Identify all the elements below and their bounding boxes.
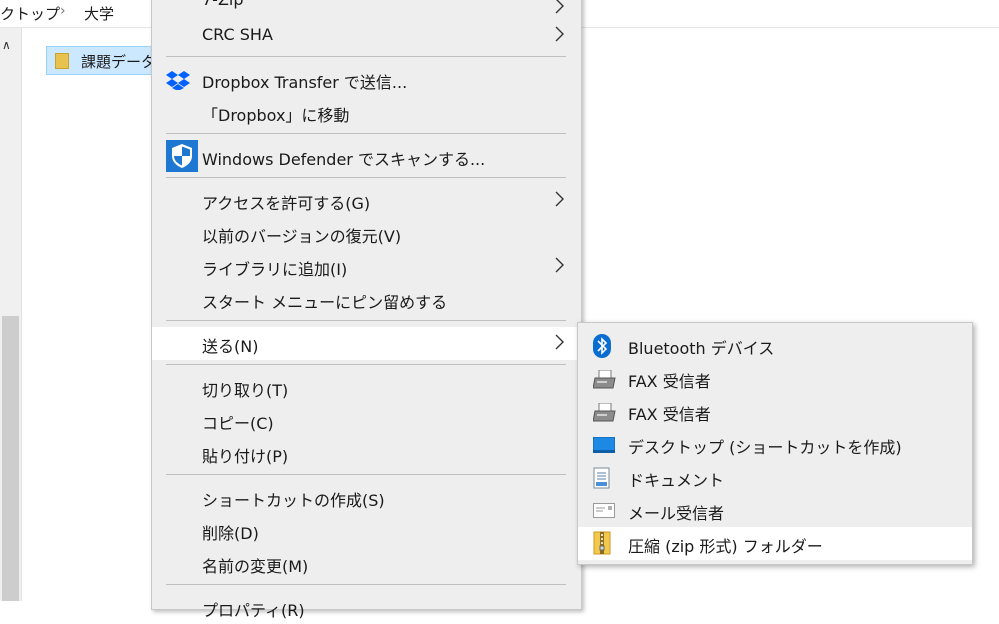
menu-divider bbox=[166, 474, 566, 475]
menu-item-label: コピー(C) bbox=[202, 414, 274, 433]
navigation-pane: ∧ bbox=[0, 28, 22, 601]
menu-item-give-access[interactable]: アクセスを許可する(G) bbox=[152, 184, 581, 217]
chevron-right-icon bbox=[555, 191, 564, 207]
menu-item-create-shortcut[interactable]: ショートカットの作成(S) bbox=[152, 481, 581, 514]
chevron-right-icon bbox=[555, 26, 564, 42]
menu-item-label: CRC SHA bbox=[202, 25, 273, 44]
chevron-right-icon: › bbox=[60, 3, 66, 19]
submenu-item-label: 圧縮 (zip 形式) フォルダー bbox=[628, 537, 823, 556]
zip-folder-icon bbox=[593, 531, 611, 555]
send-to-bluetooth[interactable]: Bluetooth デバイス bbox=[578, 329, 972, 362]
send-to-mail-recipient[interactable]: メール受信者 bbox=[578, 494, 972, 527]
menu-divider bbox=[166, 56, 566, 57]
menu-divider bbox=[166, 177, 566, 178]
submenu-item-label: FAX 受信者 bbox=[628, 372, 711, 391]
menu-item-label: 「Dropbox」に移動 bbox=[202, 106, 350, 125]
menu-item-move-to-dropbox[interactable]: 「Dropbox」に移動 bbox=[152, 96, 581, 129]
menu-item-pin-to-start[interactable]: スタート メニューにピン留めする bbox=[152, 283, 581, 316]
selected-folder[interactable]: 課題データ bbox=[46, 46, 158, 75]
submenu-item-label: メール受信者 bbox=[628, 504, 725, 523]
menu-divider bbox=[166, 133, 566, 134]
mail-icon bbox=[593, 503, 615, 518]
menu-item-defender-scan[interactable]: Windows Defender でスキャンする... bbox=[152, 140, 581, 173]
menu-item-delete[interactable]: 削除(D) bbox=[152, 514, 581, 547]
chevron-right-icon bbox=[555, 334, 564, 350]
menu-item-label: 送る(N) bbox=[202, 337, 259, 356]
menu-item-label: Windows Defender でスキャンする... bbox=[202, 150, 486, 169]
send-to-fax-1[interactable]: FAX 受信者 bbox=[578, 362, 972, 395]
menu-item-label: 以前のバージョンの復元(V) bbox=[202, 227, 402, 246]
scroll-up-icon[interactable]: ∧ bbox=[2, 38, 11, 52]
fax-icon bbox=[593, 370, 616, 389]
menu-item-label: スタート メニューにピン留めする bbox=[202, 293, 448, 312]
menu-item-label: 切り取り(T) bbox=[202, 381, 289, 400]
breadcrumb-parent[interactable]: クトップ bbox=[0, 3, 60, 24]
menu-item-include-in-library[interactable]: ライブラリに追加(I) bbox=[152, 250, 581, 283]
menu-item-label: ライブラリに追加(I) bbox=[202, 260, 348, 279]
menu-item-cut[interactable]: 切り取り(T) bbox=[152, 371, 581, 404]
context-menu: 7-Zip CRC SHA Dropbox Transfer で送信... 「D… bbox=[151, 0, 582, 620]
send-to-desktop[interactable]: デスクトップ (ショートカットを作成) bbox=[578, 428, 972, 461]
menu-item-copy[interactable]: コピー(C) bbox=[152, 404, 581, 437]
folder-icon bbox=[55, 53, 69, 69]
dropbox-icon bbox=[166, 71, 190, 90]
menu-item-label: アクセスを許可する(G) bbox=[202, 194, 371, 213]
send-to-submenu: Bluetooth デバイス FAX 受信者 FAX 受信者 デスクトップ (シ… bbox=[577, 322, 973, 565]
menu-item-send-to[interactable]: 送る(N) bbox=[152, 327, 581, 360]
breadcrumb-current[interactable]: 大学 bbox=[84, 3, 114, 24]
folder-name: 課題データ bbox=[81, 53, 157, 71]
menu-divider bbox=[166, 320, 566, 321]
menu-item-label: 7-Zip bbox=[202, 0, 244, 9]
scrollbar-thumb[interactable] bbox=[2, 316, 19, 601]
submenu-item-label: Bluetooth デバイス bbox=[628, 339, 775, 358]
menu-item-label: 名前の変更(M) bbox=[202, 557, 309, 576]
menu-item-properties[interactable]: プロパティ(R) bbox=[152, 591, 581, 624]
send-to-zip-folder[interactable]: 圧縮 (zip 形式) フォルダー bbox=[578, 527, 972, 560]
menu-item-rename[interactable]: 名前の変更(M) bbox=[152, 547, 581, 580]
submenu-item-label: デスクトップ (ショートカットを作成) bbox=[628, 438, 902, 457]
send-to-fax-2[interactable]: FAX 受信者 bbox=[578, 395, 972, 428]
chevron-right-icon bbox=[555, 0, 564, 14]
defender-shield-icon bbox=[166, 140, 198, 172]
fax-icon bbox=[593, 403, 616, 422]
chevron-right-icon bbox=[555, 257, 564, 273]
documents-icon bbox=[593, 467, 610, 489]
menu-item-label: 貼り付け(P) bbox=[202, 447, 289, 466]
menu-item-crc-sha[interactable]: CRC SHA bbox=[152, 19, 581, 52]
menu-item-label: ショートカットの作成(S) bbox=[202, 491, 385, 510]
menu-divider bbox=[166, 364, 566, 365]
menu-divider bbox=[166, 584, 566, 585]
submenu-item-label: ドキュメント bbox=[628, 471, 725, 490]
desktop-icon bbox=[593, 437, 615, 453]
menu-item-label: 削除(D) bbox=[202, 524, 259, 543]
menu-item-dropbox-transfer[interactable]: Dropbox Transfer で送信... bbox=[152, 63, 581, 96]
send-to-documents[interactable]: ドキュメント bbox=[578, 461, 972, 494]
submenu-item-label: FAX 受信者 bbox=[628, 405, 711, 424]
menu-item-paste[interactable]: 貼り付け(P) bbox=[152, 437, 581, 470]
menu-item-label: Dropbox Transfer で送信... bbox=[202, 73, 408, 92]
menu-item-restore-previous-versions[interactable]: 以前のバージョンの復元(V) bbox=[152, 217, 581, 250]
bluetooth-icon bbox=[593, 334, 611, 358]
